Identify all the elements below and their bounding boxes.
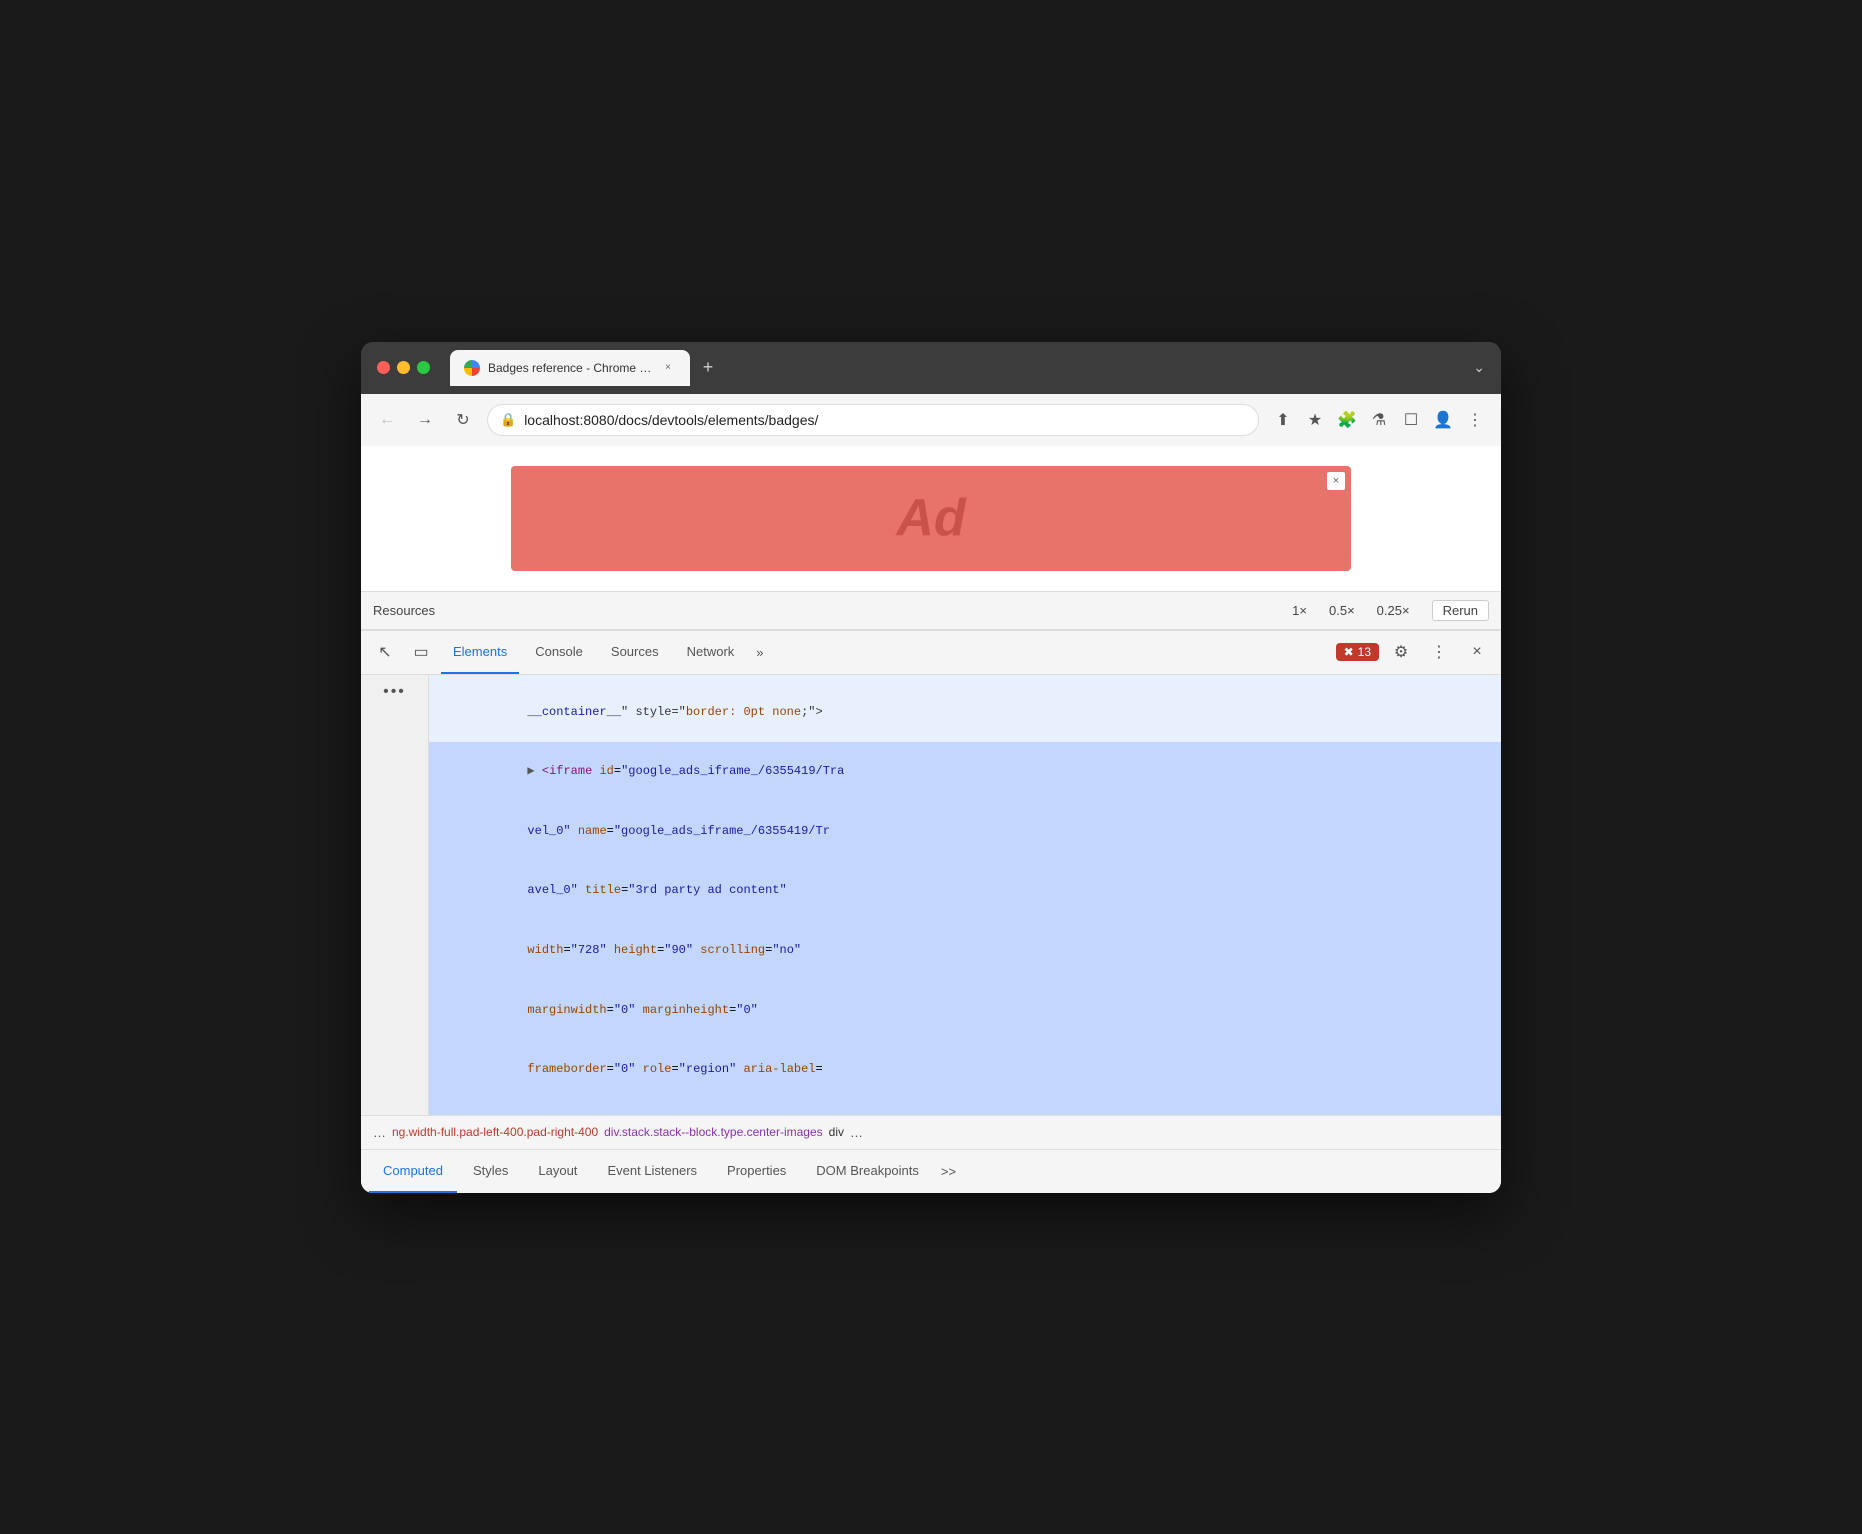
zoom-1x-button[interactable]: 1× (1286, 601, 1313, 620)
forward-button[interactable]: → (411, 406, 439, 434)
browser-window: Badges reference - Chrome De × + ⌄ ← → ↻… (361, 342, 1501, 1193)
tab-sources[interactable]: Sources (599, 630, 671, 674)
devtools-content: ••• __container__" style="border: 0pt no… (361, 675, 1501, 1115)
ad-banner: Ad × (511, 466, 1351, 571)
breadcrumb-end-dots: … (850, 1125, 863, 1140)
dom-line-iframe: ▶ <iframe id="google_ads_iframe_/6355419… (429, 742, 1501, 802)
profile-icon[interactable]: 👤 (1429, 406, 1457, 434)
tab-network[interactable]: Network (675, 630, 747, 674)
share-icon[interactable]: ⬆ (1269, 406, 1297, 434)
zoom-controls: 1× 0.5× 0.25× (1286, 601, 1415, 620)
tab-elements[interactable]: Elements (441, 630, 519, 674)
ad-close-button[interactable]: × (1327, 472, 1345, 490)
tab-styles[interactable]: Styles (459, 1149, 522, 1193)
flask-icon[interactable]: ⚗ (1365, 406, 1393, 434)
devtools-tab-bar: ↖ ▭ Elements Console Sources Network » ✖… (361, 631, 1501, 675)
responsive-icon[interactable]: ☐ (1397, 406, 1425, 434)
title-bar: Badges reference - Chrome De × + ⌄ (361, 342, 1501, 394)
tab-computed[interactable]: Computed (369, 1149, 457, 1193)
address-bar: ← → ↻ 🔒 localhost:8080/docs/devtools/ele… (361, 394, 1501, 446)
devtools-sidebar: ••• (361, 675, 429, 1115)
breadcrumb-start-dots: … (373, 1125, 386, 1140)
dom-line-iframe-2: vel_0" name="google_ads_iframe_/6355419/… (429, 802, 1501, 862)
settings-button[interactable]: ⚙ (1385, 636, 1417, 668)
page-content: Ad × (361, 446, 1501, 591)
dom-line-iframe-7: "Advertisement" tabindex="0" allow="attr… (429, 1099, 1501, 1114)
dom-line-iframe-3: avel_0" title="3rd party ad content" (429, 861, 1501, 921)
resources-bar: Resources 1× 0.5× 0.25× Rerun (361, 591, 1501, 629)
bottom-tabs: Computed Styles Layout Event Listeners P… (361, 1149, 1501, 1193)
tab-properties[interactable]: Properties (713, 1149, 800, 1193)
tab-dom-breakpoints[interactable]: DOM Breakpoints (802, 1149, 933, 1193)
responsive-toggle-icon[interactable]: ▭ (405, 636, 437, 668)
dom-tree-panel: __container__" style="border: 0pt none;"… (429, 675, 1501, 1115)
close-window-button[interactable] (377, 361, 390, 374)
active-tab[interactable]: Badges reference - Chrome De × (450, 350, 690, 386)
bookmark-icon[interactable]: ★ (1301, 406, 1329, 434)
error-icon: ✖ (1344, 645, 1354, 659)
breadcrumb-item-3[interactable]: div (829, 1125, 844, 1139)
tab-layout[interactable]: Layout (524, 1149, 591, 1193)
extensions-icon[interactable]: 🧩 (1333, 406, 1361, 434)
new-tab-button[interactable]: + (694, 354, 722, 382)
zoom-025x-button[interactable]: 0.25× (1371, 601, 1416, 620)
error-count: 13 (1358, 645, 1371, 659)
bottom-tab-more-button[interactable]: >> (935, 1164, 962, 1179)
tab-title: Badges reference - Chrome De (488, 361, 652, 375)
breadcrumb-item-1[interactable]: ng.width-full.pad-left-400.pad-right-400 (392, 1125, 598, 1139)
dom-tree[interactable]: __container__" style="border: 0pt none;"… (429, 675, 1501, 1115)
breadcrumb-bar: … ng.width-full.pad-left-400.pad-right-4… (361, 1115, 1501, 1149)
dom-line-iframe-6: frameborder="0" role="region" aria-label… (429, 1040, 1501, 1100)
minimize-window-button[interactable] (397, 361, 410, 374)
close-devtools-button[interactable]: × (1461, 636, 1493, 668)
resources-label: Resources (373, 603, 435, 618)
tab-favicon (464, 360, 480, 376)
breadcrumb-item-2[interactable]: div.stack.stack--block.type.center-image… (604, 1125, 823, 1139)
more-options-icon[interactable]: ⋮ (1461, 406, 1489, 434)
tab-dropdown-button[interactable]: ⌄ (1473, 359, 1485, 376)
error-badge[interactable]: ✖ 13 (1336, 643, 1379, 661)
lock-icon: 🔒 (500, 412, 516, 428)
rerun-button[interactable]: Rerun (1432, 600, 1489, 621)
ad-text: Ad (896, 488, 965, 548)
tab-close-button[interactable]: × (660, 360, 676, 376)
toolbar-icons: ⬆ ★ 🧩 ⚗ ☐ 👤 ⋮ (1269, 406, 1489, 434)
traffic-lights (377, 361, 430, 374)
tab-bar: Badges reference - Chrome De × + (450, 350, 1461, 386)
maximize-window-button[interactable] (417, 361, 430, 374)
zoom-05x-button[interactable]: 0.5× (1323, 601, 1361, 620)
devtools-panel: ↖ ▭ Elements Console Sources Network » ✖… (361, 629, 1501, 1193)
reload-button[interactable]: ↻ (449, 406, 477, 434)
sidebar-dots: ••• (383, 683, 406, 701)
tab-console[interactable]: Console (523, 630, 595, 674)
more-devtools-options[interactable]: ⋮ (1423, 636, 1455, 668)
dom-line-container: __container__" style="border: 0pt none;"… (429, 683, 1501, 743)
tab-event-listeners[interactable]: Event Listeners (593, 1149, 711, 1193)
dom-line-iframe-5: marginwidth="0" marginheight="0" (429, 980, 1501, 1040)
dom-line-iframe-4: width="728" height="90" scrolling="no" (429, 921, 1501, 981)
url-text: localhost:8080/docs/devtools/elements/ba… (524, 412, 1246, 428)
element-selector-icon[interactable]: ↖ (369, 636, 401, 668)
url-bar[interactable]: 🔒 localhost:8080/docs/devtools/elements/… (487, 404, 1259, 436)
tab-more-button[interactable]: » (750, 645, 769, 660)
back-button[interactable]: ← (373, 406, 401, 434)
devtools-toolbar-right: ✖ 13 ⚙ ⋮ × (1336, 636, 1493, 668)
